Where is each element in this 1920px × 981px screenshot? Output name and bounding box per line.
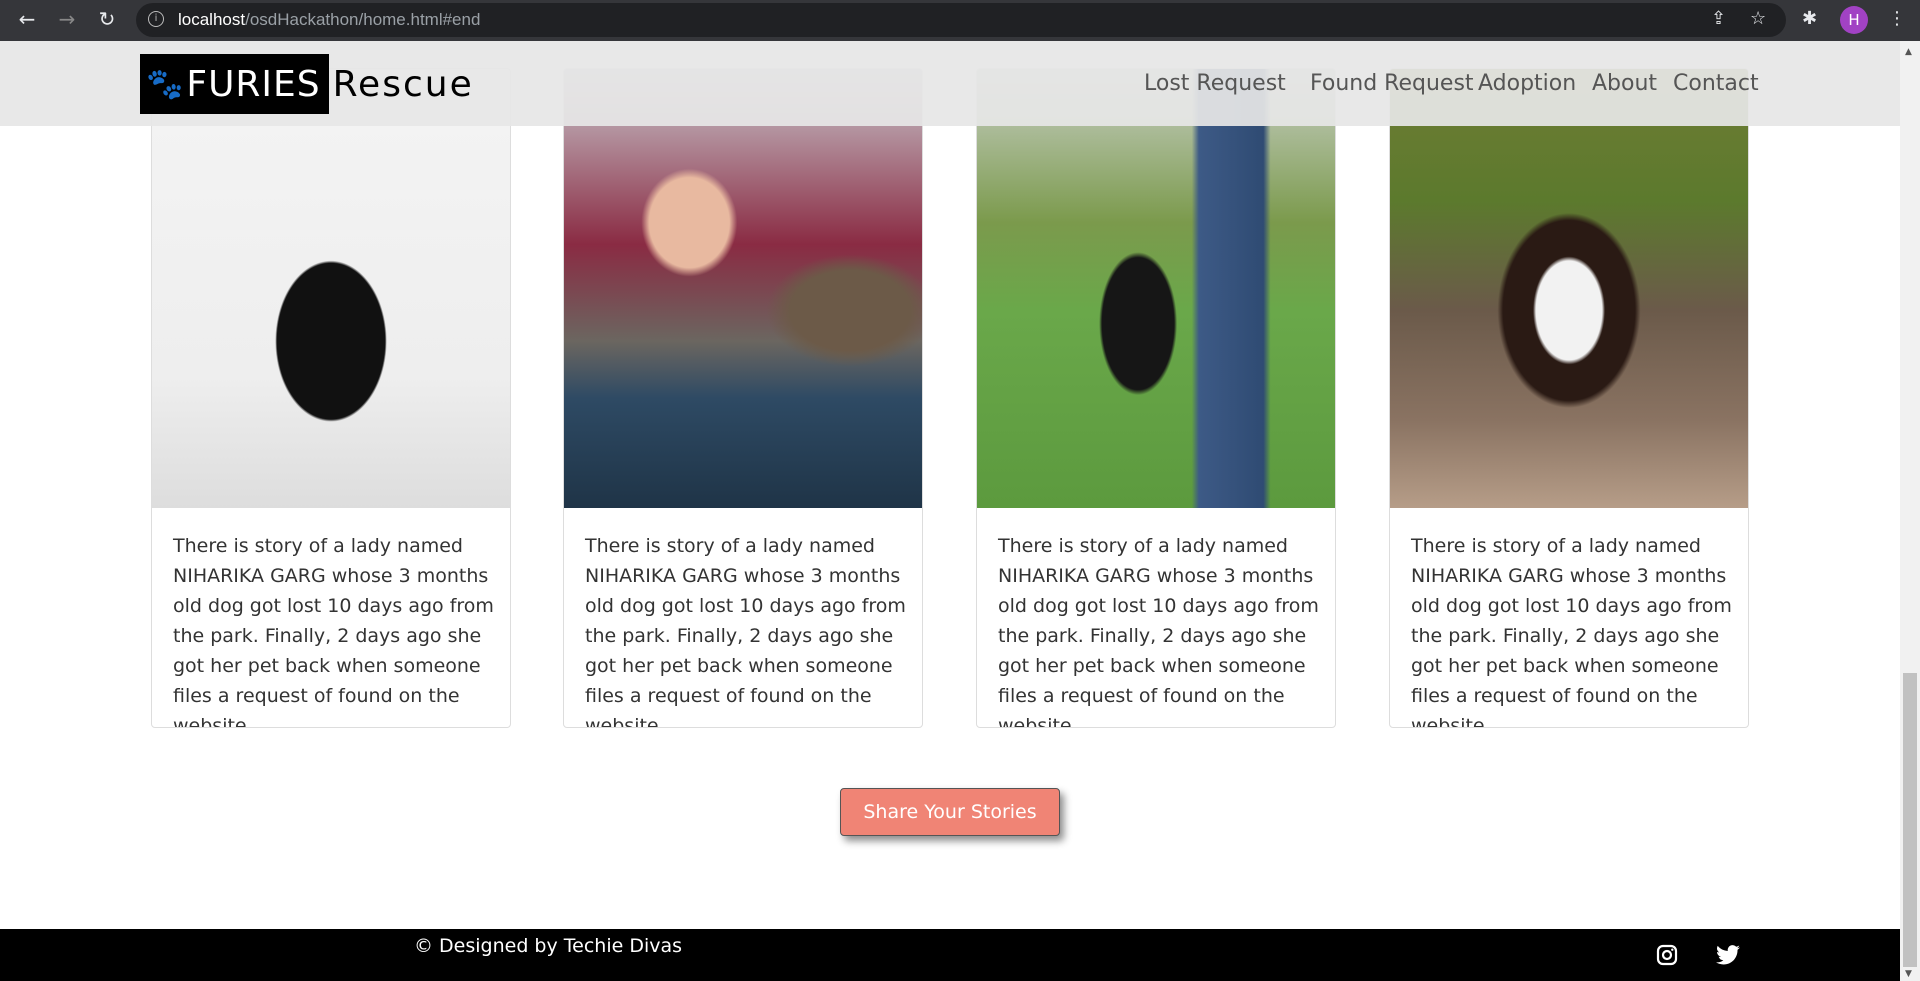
copyright-text: © Designed by Techie Divas bbox=[414, 935, 683, 957]
address-bar[interactable]: i localhost/osdHackathon/home.html#end ⇪… bbox=[136, 3, 1786, 37]
story-text: There is story of a lady named NIHARIKA … bbox=[1411, 535, 1732, 728]
profile-avatar[interactable]: H bbox=[1840, 6, 1868, 34]
instagram-icon[interactable] bbox=[1656, 944, 1678, 966]
story-text: There is story of a lady named NIHARIKA … bbox=[173, 535, 494, 728]
story-image bbox=[152, 69, 510, 508]
site-header: 🐾 FURIES Rescue Lost Request Found Reques… bbox=[0, 41, 1900, 126]
share-stories-button[interactable]: Share Your Stories bbox=[840, 788, 1060, 836]
story-text: There is story of a lady named NIHARIKA … bbox=[998, 535, 1319, 728]
url-host: localhost bbox=[178, 10, 246, 29]
nav-found-request[interactable]: Found Request bbox=[1310, 71, 1474, 96]
nav-lost-request[interactable]: Lost Request bbox=[1144, 71, 1286, 96]
logo-rest-text: Rescue bbox=[332, 63, 474, 105]
scrollbar[interactable]: ▲ ▼ bbox=[1900, 41, 1920, 981]
scrollbar-thumb[interactable] bbox=[1903, 673, 1917, 967]
logo-box-text: FURIES bbox=[186, 63, 321, 105]
scroll-down-icon[interactable]: ▼ bbox=[1905, 969, 1912, 979]
story-image bbox=[564, 69, 922, 508]
share-icon[interactable]: ⇪ bbox=[1711, 8, 1726, 29]
nav-about[interactable]: About bbox=[1592, 71, 1657, 96]
story-card: There is story of a lady named NIHARIKA … bbox=[151, 68, 511, 728]
reload-icon[interactable]: ↻ bbox=[94, 7, 120, 31]
story-image bbox=[1390, 69, 1748, 508]
nav-contact[interactable]: Contact bbox=[1673, 71, 1759, 96]
story-image bbox=[977, 69, 1335, 508]
url-path: /osdHackathon/home.html#end bbox=[245, 10, 481, 29]
extensions-icon[interactable]: ✱ bbox=[1802, 8, 1817, 29]
star-icon[interactable]: ☆ bbox=[1750, 8, 1766, 29]
story-card: There is story of a lady named NIHARIKA … bbox=[1389, 68, 1749, 728]
paw-icon: 🐾 bbox=[146, 66, 185, 102]
browser-toolbar: ← → ↻ i localhost/osdHackathon/home.html… bbox=[0, 0, 1920, 41]
scroll-up-icon[interactable]: ▲ bbox=[1905, 47, 1912, 57]
site-footer: © Designed by Techie Divas bbox=[0, 929, 1900, 981]
forward-icon[interactable]: → bbox=[54, 7, 80, 31]
back-icon[interactable]: ← bbox=[14, 7, 40, 31]
nav-adoption[interactable]: Adoption bbox=[1478, 71, 1576, 96]
info-icon[interactable]: i bbox=[148, 11, 164, 27]
menu-icon[interactable]: ⋮ bbox=[1888, 8, 1906, 29]
story-card: There is story of a lady named NIHARIKA … bbox=[563, 68, 923, 728]
story-text: There is story of a lady named NIHARIKA … bbox=[585, 535, 906, 728]
story-card: There is story of a lady named NIHARIKA … bbox=[976, 68, 1336, 728]
twitter-icon[interactable] bbox=[1716, 944, 1740, 966]
site-logo[interactable]: 🐾 FURIES Rescue bbox=[140, 54, 474, 114]
